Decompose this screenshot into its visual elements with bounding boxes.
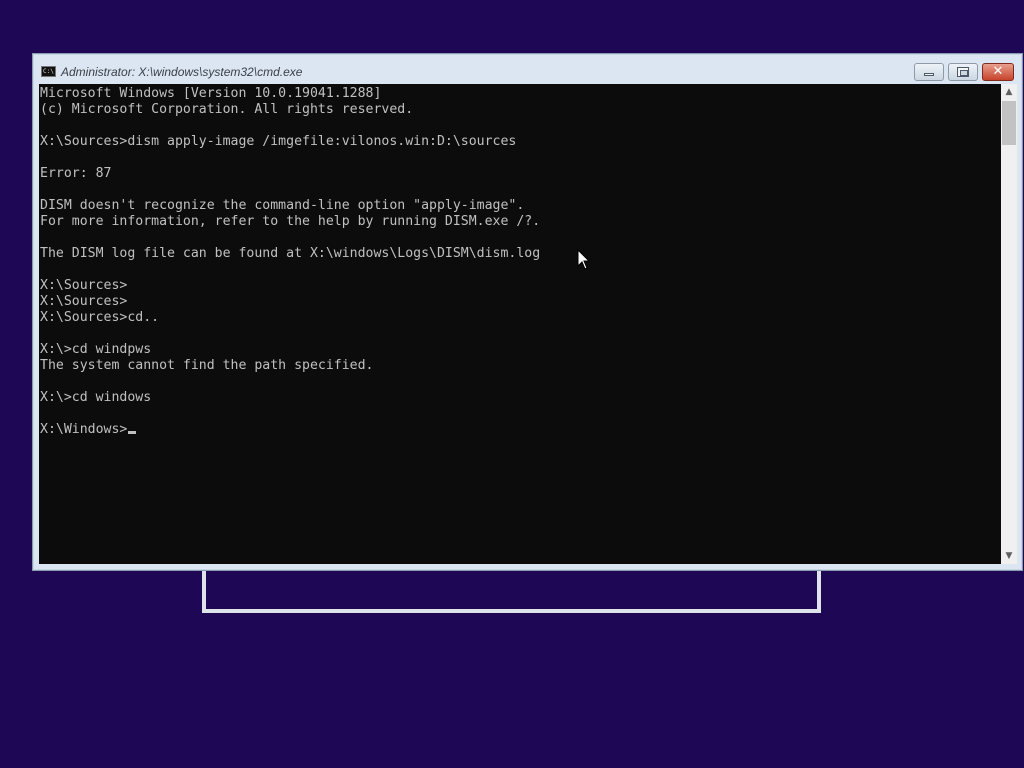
minimize-icon <box>924 73 934 76</box>
minimize-button[interactable] <box>914 63 944 81</box>
cmd-window[interactable]: C:\ Administrator: X:\windows\system32\c… <box>32 53 1023 571</box>
scroll-up-arrow-icon[interactable]: ▲ <box>1001 84 1017 100</box>
vertical-scrollbar[interactable]: ▲ ▼ <box>1001 84 1017 564</box>
console-line: The system cannot find the path specifie… <box>40 358 374 373</box>
close-button[interactable]: ✕ <box>982 63 1014 81</box>
mouse-pointer-icon <box>577 249 591 270</box>
console-line: Error: 87 <box>40 166 112 181</box>
desktop: C:\ Administrator: X:\windows\system32\c… <box>0 0 1024 768</box>
console-line: X:\>cd windows <box>40 390 152 405</box>
maximize-icon <box>957 67 969 77</box>
console-output[interactable]: Microsoft Windows [Version 10.0.19041.12… <box>39 84 1001 564</box>
console-line: DISM doesn't recognize the command-line … <box>40 198 525 213</box>
scroll-thumb[interactable] <box>1002 101 1016 145</box>
cmd-icon[interactable]: C:\ <box>41 66 56 77</box>
text-cursor <box>128 431 137 434</box>
close-icon: ✕ <box>992 64 1004 79</box>
maximize-button[interactable] <box>948 63 978 81</box>
console-line: X:\Windows> <box>40 422 1001 438</box>
console-line: The DISM log file can be found at X:\win… <box>40 246 541 261</box>
console-line: For more information, refer to the help … <box>40 214 541 229</box>
console-line: X:\Sources>dism apply-image /imgefile:vi… <box>40 134 517 149</box>
window-title: Administrator: X:\windows\system32\cmd.e… <box>61 65 303 79</box>
console-line: X:\Sources>cd.. <box>40 310 160 325</box>
scroll-down-arrow-icon[interactable]: ▼ <box>1001 548 1017 564</box>
console-text: Microsoft Windows [Version 10.0.19041.12… <box>39 84 1001 438</box>
title-bar[interactable]: C:\ Administrator: X:\windows\system32\c… <box>33 54 1022 84</box>
console-line: X:\Sources> <box>40 294 128 309</box>
console-line: X:\Sources> <box>40 278 128 293</box>
console-line: X:\>cd windpws <box>40 342 152 357</box>
console-line: (c) Microsoft Corporation. All rights re… <box>40 102 414 117</box>
console-line: Microsoft Windows [Version 10.0.19041.12… <box>40 86 382 101</box>
